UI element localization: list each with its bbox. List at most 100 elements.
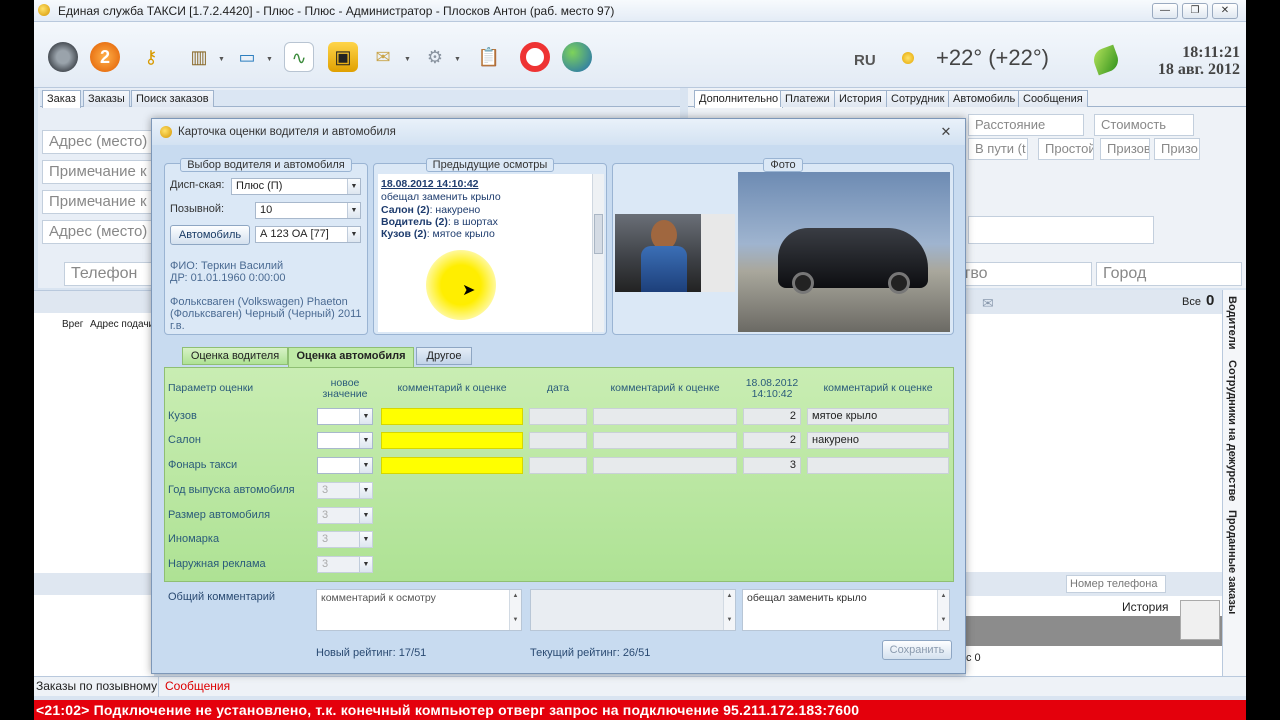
tab-history[interactable]: История <box>834 90 887 107</box>
vtab-sold-orders[interactable]: Проданные заказы <box>1226 510 1238 614</box>
chevron-down-icon[interactable]: ▼ <box>266 56 273 63</box>
prev-value-cell: 3 <box>743 457 801 474</box>
car-button[interactable]: Автомобиль <box>170 225 250 245</box>
taxi-icon[interactable]: ▣ <box>328 42 358 72</box>
comment-input[interactable] <box>381 457 523 474</box>
history-label: История <box>1122 600 1169 614</box>
phone-field[interactable]: Телефон <box>64 262 164 286</box>
new-value-select[interactable]: ▼ <box>317 457 373 474</box>
extra-field[interactable] <box>968 216 1154 244</box>
tab-additional[interactable]: Дополнительно <box>694 90 784 108</box>
street-field[interactable]: тво <box>956 262 1092 286</box>
inspection-comment-input[interactable]: комментарий к осмотру ▲ ▼ <box>316 589 522 631</box>
tab-order-search[interactable]: Поиск заказов <box>131 90 214 107</box>
chevron-down-icon[interactable]: ▼ <box>218 56 225 63</box>
col-header-address[interactable]: Адрес подачи <box>90 319 154 330</box>
tab-other[interactable]: Другое <box>416 347 472 365</box>
tab-car-evaluation[interactable]: Оценка автомобиля <box>288 347 414 367</box>
city-field[interactable]: Город <box>1096 262 1242 286</box>
lifebuoy-icon[interactable] <box>520 42 550 72</box>
idle-field[interactable]: Простой <box>1038 138 1094 160</box>
chevron-down-icon[interactable]: ▼ <box>359 458 372 473</box>
dialog-close-button[interactable]: ✕ <box>938 124 954 140</box>
cost-field[interactable]: Стоимость <box>1094 114 1194 136</box>
driver-photo[interactable] <box>615 214 735 292</box>
book-icon[interactable]: ▥ <box>184 42 214 72</box>
in-transit-field[interactable]: В пути (t <box>968 138 1028 160</box>
mail-icon[interactable]: ✉ <box>982 295 994 312</box>
car-wheel <box>792 272 814 294</box>
dispatch-select[interactable]: Плюс (П) ▼ <box>231 178 361 195</box>
date-cell <box>529 432 587 449</box>
inspections-scrollbar[interactable] <box>592 174 604 332</box>
minimize-button[interactable]: — <box>1152 3 1178 19</box>
tab-orders-by-callsign[interactable]: Заказы по позывному <box>36 679 157 693</box>
dialog-title-bar: Карточка оценки водителя и автомобиля ✕ <box>152 119 965 145</box>
tab-order[interactable]: Заказ <box>42 90 81 108</box>
drivers-list: ✉ Все 0 Номер телефона История с 0 <box>966 290 1222 676</box>
new-value-select[interactable]: ▼ <box>317 432 373 449</box>
bottom-tabs: Заказы по позывному Сообщения <box>34 676 1246 697</box>
tab-messages[interactable]: Сообщения <box>1018 90 1088 107</box>
inspection-date[interactable]: 18.08.2012 14:10:42 <box>381 178 479 190</box>
maximize-button[interactable]: ❐ <box>1182 3 1208 19</box>
callsign-select[interactable]: 10 ▼ <box>255 202 361 219</box>
new-value-select[interactable]: ▼ <box>317 408 373 425</box>
app-logo-icon <box>38 4 50 16</box>
key-icon[interactable]: ⚷ <box>136 42 166 72</box>
tab-orders[interactable]: Заказы <box>83 90 130 107</box>
tab-bottom-messages[interactable]: Сообщения <box>158 677 230 697</box>
car-select[interactable]: А 123 ОА [77] ▼ <box>255 226 361 243</box>
vtab-staff-on-duty[interactable]: Сотрудники на дежурстве <box>1226 360 1238 501</box>
tab-driver-evaluation[interactable]: Оценка водителя <box>182 347 288 365</box>
photo-group: Фото <box>612 158 954 335</box>
vtab-drivers[interactable]: Водители <box>1226 296 1238 350</box>
comment-input[interactable] <box>381 408 523 425</box>
mail-icon[interactable]: ✉ <box>368 42 398 72</box>
monitor-icon[interactable]: ▭ <box>232 42 262 72</box>
col-header-time[interactable]: Врег <box>62 319 83 330</box>
scroll-arrows-icon[interactable]: ▲ ▼ <box>937 590 949 630</box>
tire-icon[interactable] <box>48 42 78 72</box>
close-button[interactable]: ✕ <box>1212 3 1238 19</box>
temperature: +22° (+22°) <box>936 45 1049 70</box>
prize-field[interactable]: Призов <box>1100 138 1150 160</box>
tab-employee[interactable]: Сотрудник <box>886 90 950 107</box>
chevron-down-icon[interactable]: ▼ <box>347 179 360 194</box>
car-photo[interactable] <box>738 172 950 332</box>
connection-leaf-icon[interactable] <box>1090 44 1122 76</box>
chevron-down-icon[interactable]: ▼ <box>347 227 360 242</box>
chevron-down-icon[interactable]: ▼ <box>404 56 411 63</box>
phone-search-input[interactable]: Номер телефона <box>1066 575 1166 593</box>
tab-car[interactable]: Автомобиль <box>948 90 1021 107</box>
chevron-down-icon[interactable]: ▼ <box>347 203 360 218</box>
car-desc-3: г.в. <box>170 320 185 332</box>
comment-input[interactable] <box>381 432 523 449</box>
inspections-list[interactable]: 18.08.2012 14:10:42 обещал заменить крыл… <box>378 174 592 332</box>
phone-device-icon[interactable] <box>1180 600 1220 640</box>
prize-field-2[interactable]: Призо <box>1154 138 1200 160</box>
language-indicator[interactable]: RU <box>854 52 876 69</box>
clipboard-icon[interactable]: 📋 <box>474 42 504 72</box>
gear-icon[interactable]: ⚙ <box>420 42 450 72</box>
tab-payments[interactable]: Платежи <box>780 90 835 107</box>
support-icon[interactable]: 2 <box>90 42 120 72</box>
distance-field[interactable]: Расстояние <box>968 114 1084 136</box>
taxi-app-window: Единая служба ТАКСИ [1.7.2.4420] - Плюс … <box>34 0 1246 720</box>
col-comment: комментарий к оценке <box>397 382 507 394</box>
comment-placeholder: комментарий к осмотру <box>321 592 436 604</box>
speaker-icon[interactable] <box>1180 572 1220 594</box>
chevron-down-icon[interactable]: ▼ <box>454 56 461 63</box>
prev-comment-text: обещал заменить крыло <box>747 592 867 604</box>
chevron-down-icon[interactable]: ▼ <box>359 433 372 448</box>
globe-icon[interactable] <box>562 42 592 72</box>
chart-icon[interactable]: ∿ <box>284 42 314 72</box>
col-comment-2: комментарий к оценке <box>610 382 720 394</box>
scroll-arrows-icon[interactable]: ▲ ▼ <box>509 590 521 630</box>
value-select-disabled: 3 ▼ <box>317 482 373 499</box>
chevron-down-icon[interactable]: ▼ <box>359 409 372 424</box>
scroll-thumb[interactable] <box>594 214 603 254</box>
value-select-disabled: 3 ▼ <box>317 507 373 524</box>
col-param: Параметр оценки <box>168 382 254 394</box>
save-button[interactable]: Сохранить <box>882 640 952 660</box>
